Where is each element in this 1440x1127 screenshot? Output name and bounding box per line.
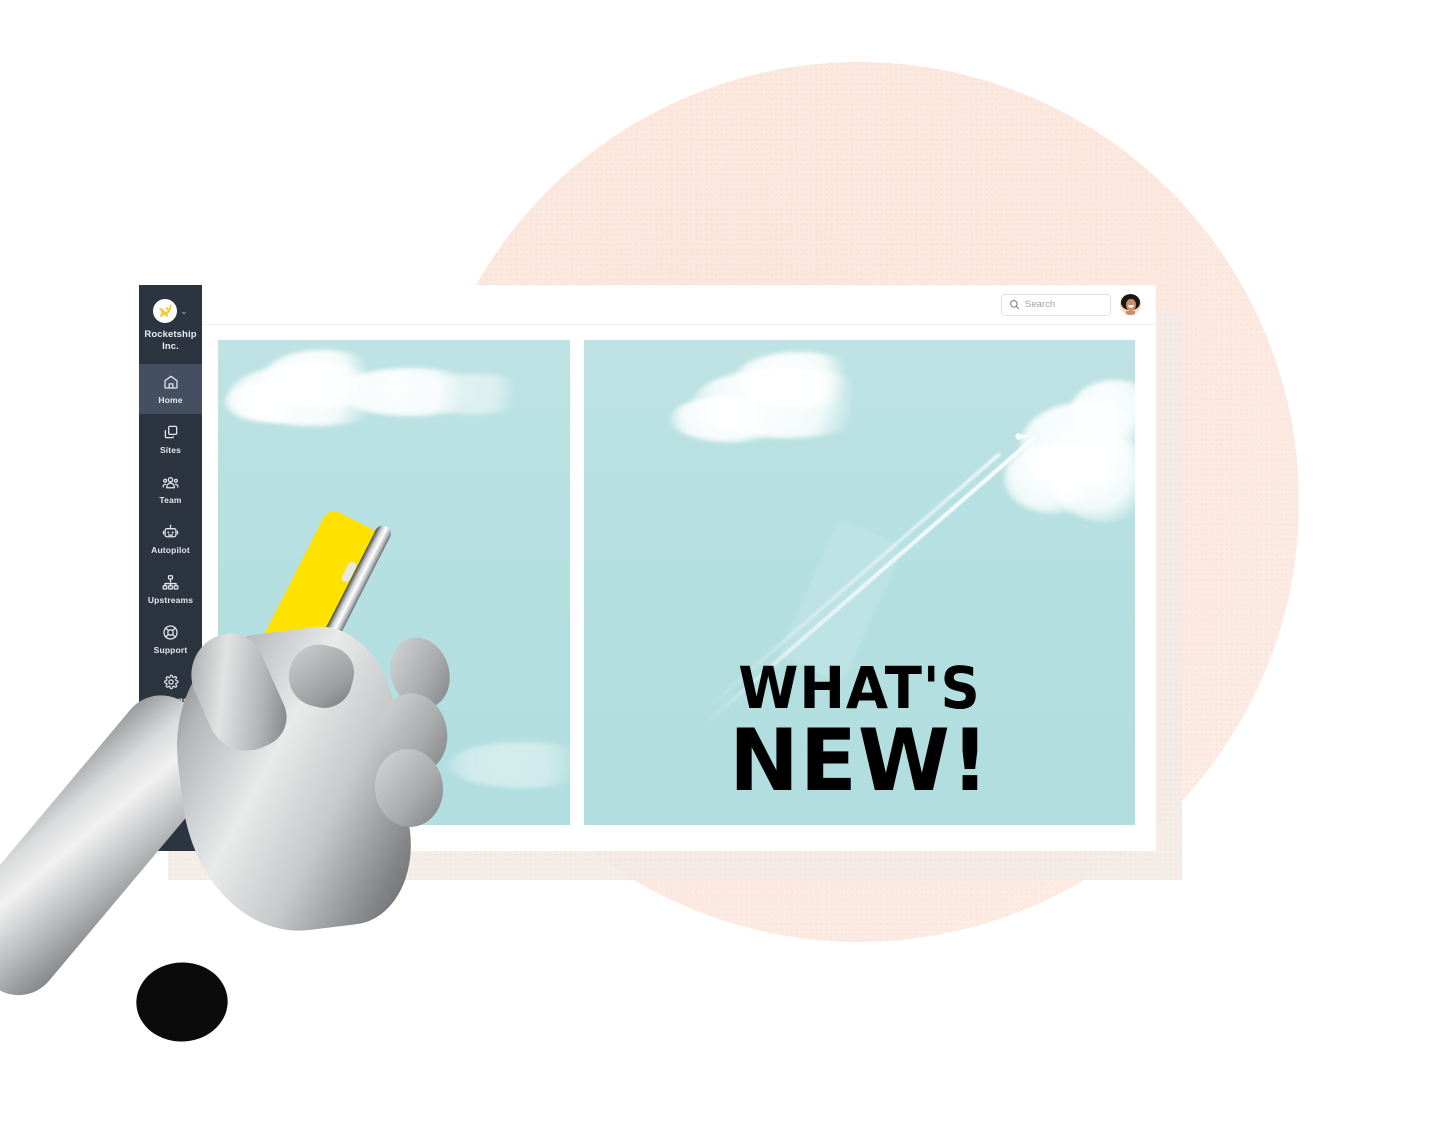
- lifebuoy-icon: [162, 624, 179, 641]
- cloud-shape: [336, 368, 486, 416]
- airplane-icon: [1015, 433, 1028, 440]
- sidebar-item-upstreams[interactable]: Upstreams: [139, 564, 202, 614]
- sidebar-item-autopilot[interactable]: Autopilot: [139, 514, 202, 564]
- sidebar-item-label: Support: [153, 644, 188, 655]
- cloud-shape: [1020, 402, 1135, 492]
- home-icon: [162, 374, 179, 391]
- headline-line-2: NEW!: [729, 711, 990, 811]
- brand-name: Rocketship Inc.: [144, 329, 197, 352]
- brand-row[interactable]: ⌄: [153, 299, 188, 323]
- avatar-smile: [1127, 304, 1134, 308]
- main-content: WHAT'S NEW!: [202, 325, 1156, 851]
- cloud-shape: [1050, 436, 1135, 522]
- cloud-shape: [734, 352, 864, 408]
- sites-icon: [162, 424, 179, 441]
- brand-block[interactable]: ⌄ Rocketship Inc.: [139, 285, 202, 364]
- top-header: [202, 285, 1156, 325]
- sidebar-item-team[interactable]: Team: [139, 464, 202, 514]
- sky-photo-right[interactable]: WHAT'S NEW!: [584, 340, 1135, 825]
- team-icon: [162, 474, 179, 491]
- sidebar-item-home[interactable]: Home: [139, 364, 202, 414]
- rocket-logo-icon: [153, 299, 178, 323]
- sidebar-item-label: Settings: [153, 694, 188, 705]
- gear-icon: [162, 674, 179, 691]
- sidebar-item-label: Sites: [159, 444, 182, 455]
- chevron-down-icon[interactable]: ⌄: [180, 307, 188, 316]
- cloud-shape: [414, 374, 534, 414]
- cloud-shape: [448, 742, 570, 788]
- avatar-neck: [1126, 311, 1135, 315]
- sidebar-item-support[interactable]: Support: [139, 614, 202, 664]
- search-icon: [1010, 300, 1020, 310]
- app-window: ⌄ Rocketship Inc. Home Sites Team Autopi…: [139, 285, 1156, 851]
- robot-icon: [162, 524, 179, 541]
- arm-cutoff-opening: [118, 946, 246, 1058]
- cloud-shape: [1070, 380, 1135, 444]
- search-box[interactable]: [1001, 293, 1111, 316]
- sidebar-item-label: Autopilot: [151, 544, 190, 555]
- cloud-shape: [262, 350, 382, 408]
- cloud-shape: [228, 364, 398, 426]
- sitemap-icon: [162, 574, 179, 591]
- cloud-shape: [224, 382, 314, 422]
- sidebar-item-settings[interactable]: Settings: [139, 664, 202, 714]
- sidebar-item-label: Team: [159, 494, 182, 505]
- cloud-shape: [692, 368, 882, 438]
- sidebar: ⌄ Rocketship Inc. Home Sites Team Autopi…: [139, 285, 202, 851]
- avatar[interactable]: [1120, 294, 1141, 315]
- sky-photo-left[interactable]: [218, 340, 570, 825]
- headline-line-1: WHAT'S: [738, 654, 981, 722]
- headline: WHAT'S NEW!: [584, 654, 1135, 811]
- cloud-shape: [670, 396, 790, 442]
- sidebar-item-label: Upstreams: [147, 594, 194, 605]
- sidebar-item-label: Home: [158, 394, 183, 405]
- search-input[interactable]: [1025, 299, 1103, 310]
- cloud-shape: [1004, 444, 1104, 514]
- sidebar-item-sites[interactable]: Sites: [139, 414, 202, 464]
